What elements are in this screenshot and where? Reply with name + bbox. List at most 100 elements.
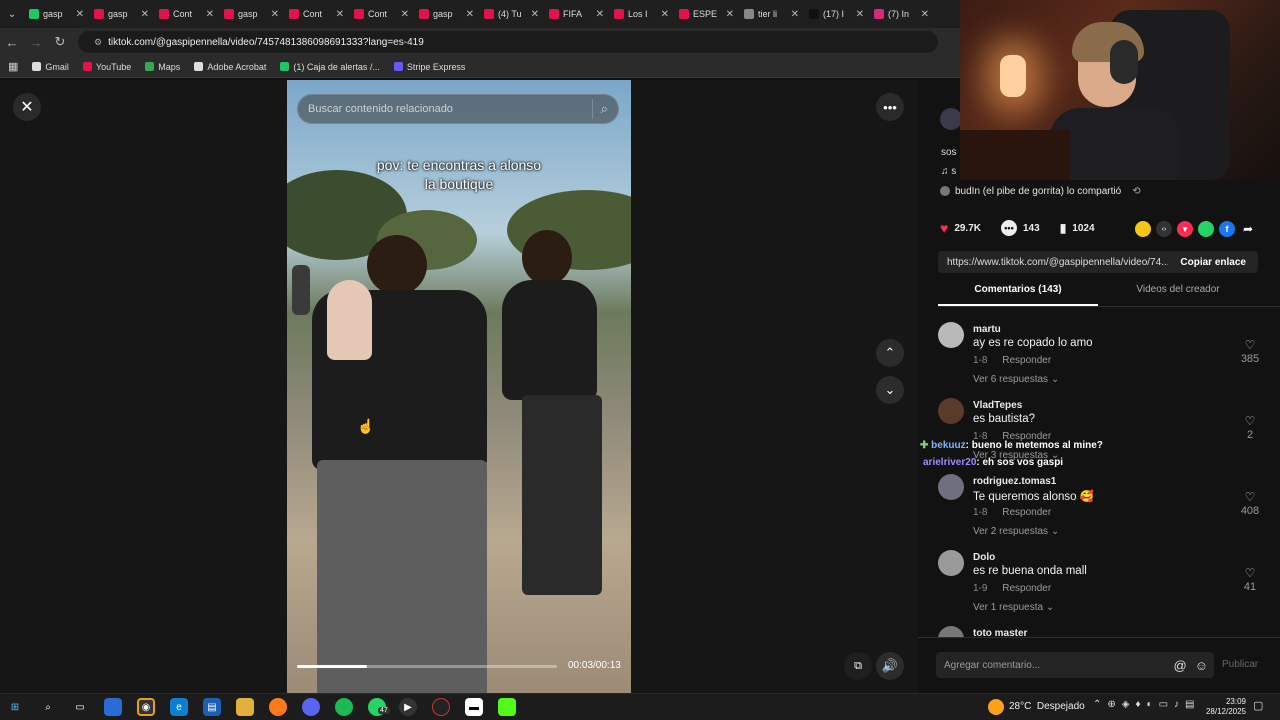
browser-tab[interactable]: Cont ✕ <box>284 0 349 28</box>
tab-close-icon[interactable]: ✕ <box>271 9 279 20</box>
comment-avatar[interactable] <box>938 398 964 424</box>
browser-tab[interactable]: Los I ✕ <box>609 0 674 28</box>
tab-creator-videos[interactable]: Videos del creador <box>1098 284 1258 295</box>
bookmark-item[interactable]: Maps <box>145 62 180 72</box>
browser-tab[interactable]: gasp ✕ <box>219 0 284 28</box>
tab-close-icon[interactable]: ✕ <box>531 9 539 20</box>
comment-like-icon[interactable]: ♡ <box>1235 338 1265 352</box>
music-row[interactable]: ♫ s <box>941 166 956 177</box>
comment-like-icon[interactable]: ♡ <box>1235 490 1265 504</box>
previous-video-icon[interactable]: ⌃ <box>876 339 904 367</box>
bookmark-item[interactable]: Stripe Express <box>393 62 465 72</box>
tab-close-icon[interactable]: ✕ <box>726 9 734 20</box>
tab-close-icon[interactable]: ✕ <box>206 9 214 20</box>
view-replies-button[interactable]: Ver 1 respuesta ⌄ <box>973 602 1054 613</box>
next-video-icon[interactable]: ⌄ <box>876 376 904 404</box>
related-search-input[interactable]: Buscar contenido relacionado ⌕ <box>297 94 619 124</box>
volume-icon[interactable]: 🔊 <box>876 652 904 680</box>
tab-close-icon[interactable]: ✕ <box>791 9 799 20</box>
whatsapp-icon[interactable] <box>1198 221 1214 237</box>
browser-tab[interactable]: Cont ✕ <box>349 0 414 28</box>
clock[interactable]: 23:09 28/12/2025 <box>1196 697 1246 717</box>
close-icon[interactable]: ✕ <box>13 93 41 121</box>
kick-icon[interactable] <box>498 698 516 716</box>
tab-close-icon[interactable]: ✕ <box>336 9 344 20</box>
coin-icon[interactable] <box>1135 221 1151 237</box>
tab-close-icon[interactable]: ✕ <box>76 9 84 20</box>
comment-input[interactable]: Agregar comentario... @ ☺ <box>936 652 1214 678</box>
chrome-icon[interactable]: ◉ <box>137 698 155 716</box>
discord-icon[interactable] <box>302 698 320 716</box>
comment-author[interactable]: rodriguez.tomas1 <box>973 476 1056 487</box>
spotify-icon[interactable] <box>335 698 353 716</box>
weather-text[interactable]: 28°C Despejado <box>1009 701 1085 712</box>
emoji-icon[interactable]: ☺ <box>1195 658 1208 673</box>
comment-author[interactable]: Dolo <box>973 552 995 563</box>
browser-tab[interactable]: gasp ✕ <box>414 0 479 28</box>
browser-tab[interactable]: tier li ✕ <box>739 0 804 28</box>
browser-tab[interactable]: Cont ✕ <box>154 0 219 28</box>
search-taskbar-icon[interactable]: ⌕ <box>39 698 57 716</box>
reply-button[interactable]: Responder <box>1002 583 1051 594</box>
browser-tab[interactable]: gasp ✕ <box>24 0 89 28</box>
media-player-icon[interactable]: ▶ <box>399 698 417 716</box>
tab-close-icon[interactable]: ✕ <box>401 9 409 20</box>
browser-tab[interactable]: (7) In ✕ <box>869 0 934 28</box>
folder-icon[interactable] <box>236 698 254 716</box>
tab-search-icon[interactable]: ⌄ <box>0 0 24 28</box>
like-icon[interactable]: ♥ <box>940 220 948 236</box>
comment-author[interactable]: VladTepes <box>973 400 1022 411</box>
tab-close-icon[interactable]: ✕ <box>921 9 929 20</box>
bookmark-item[interactable]: YouTube <box>82 62 131 72</box>
author-avatar[interactable] <box>940 108 962 130</box>
copilot-icon[interactable] <box>104 698 122 716</box>
start-icon[interactable]: ⊞ <box>6 698 24 716</box>
comment-avatar[interactable] <box>938 322 964 348</box>
apps-icon[interactable]: ▦ <box>8 60 18 73</box>
copy-link-button[interactable]: Copiar enlace <box>1168 257 1258 268</box>
pip-icon[interactable]: ⧉ <box>844 652 872 680</box>
tab-close-icon[interactable]: ✕ <box>856 9 864 20</box>
comment-avatar[interactable] <box>938 550 964 576</box>
publish-button[interactable]: Publicar <box>1222 659 1258 670</box>
edge-icon[interactable]: e <box>170 698 188 716</box>
reload-icon[interactable]: ↻ <box>48 34 72 50</box>
notification-icon[interactable]: ▢ <box>1253 699 1263 712</box>
system-tray-icons[interactable]: ⌃⊕◈♦◐▭♪▤ <box>1093 699 1201 710</box>
bookmark-item[interactable]: Gmail <box>32 62 69 72</box>
tab-close-icon[interactable]: ✕ <box>661 9 669 20</box>
tab-close-icon[interactable]: ✕ <box>466 9 474 20</box>
browser-tab[interactable]: ESPE ✕ <box>674 0 739 28</box>
browser-tab[interactable]: FIFA ✕ <box>544 0 609 28</box>
site-info-icon[interactable]: ⚙ <box>94 37 102 48</box>
task-view-icon[interactable]: ▭ <box>71 698 89 716</box>
obs-icon[interactable] <box>432 698 450 716</box>
view-replies-button[interactable]: Ver 6 respuestas ⌄ <box>973 374 1059 385</box>
tab-close-icon[interactable]: ✕ <box>141 9 149 20</box>
forward-icon[interactable]: → <box>24 35 48 50</box>
mention-icon[interactable]: @ <box>1174 658 1187 673</box>
tab-close-icon[interactable]: ✕ <box>596 9 604 20</box>
store-icon[interactable]: ▤ <box>203 698 221 716</box>
share-icon[interactable]: ➦ <box>1240 221 1256 237</box>
bookmark-item[interactable]: (1) Caja de alertas /... <box>280 62 380 72</box>
bookmark-item[interactable]: Adobe Acrobat <box>194 62 266 72</box>
send-icon[interactable]: ▼ <box>1177 221 1193 237</box>
embed-icon[interactable]: ‹› <box>1156 221 1172 237</box>
address-bar[interactable]: ⚙ tiktok.com/@gaspipennella/video/745748… <box>78 31 938 53</box>
bookmark-icon[interactable]: ▮ <box>1060 221 1067 235</box>
more-options-icon[interactable]: ••• <box>876 93 904 121</box>
browser-tab[interactable]: (17) I ✕ <box>804 0 869 28</box>
comment-like-icon[interactable]: ♡ <box>1235 414 1265 428</box>
reply-button[interactable]: Responder <box>1002 355 1051 366</box>
comment-icon[interactable]: ••• <box>1001 220 1017 236</box>
app-icon[interactable]: ▬ <box>465 698 483 716</box>
back-icon[interactable]: ← <box>0 35 24 50</box>
tab-comments[interactable]: Comentarios (143) <box>938 284 1098 295</box>
browser-tab[interactable]: (4) Tu ✕ <box>479 0 544 28</box>
view-replies-button[interactable]: Ver 2 respuestas ⌄ <box>973 526 1059 537</box>
comment-like-icon[interactable]: ♡ <box>1235 566 1265 580</box>
search-icon[interactable]: ⌕ <box>601 101 608 117</box>
firefox-icon[interactable] <box>269 698 287 716</box>
browser-tab[interactable]: gasp ✕ <box>89 0 154 28</box>
